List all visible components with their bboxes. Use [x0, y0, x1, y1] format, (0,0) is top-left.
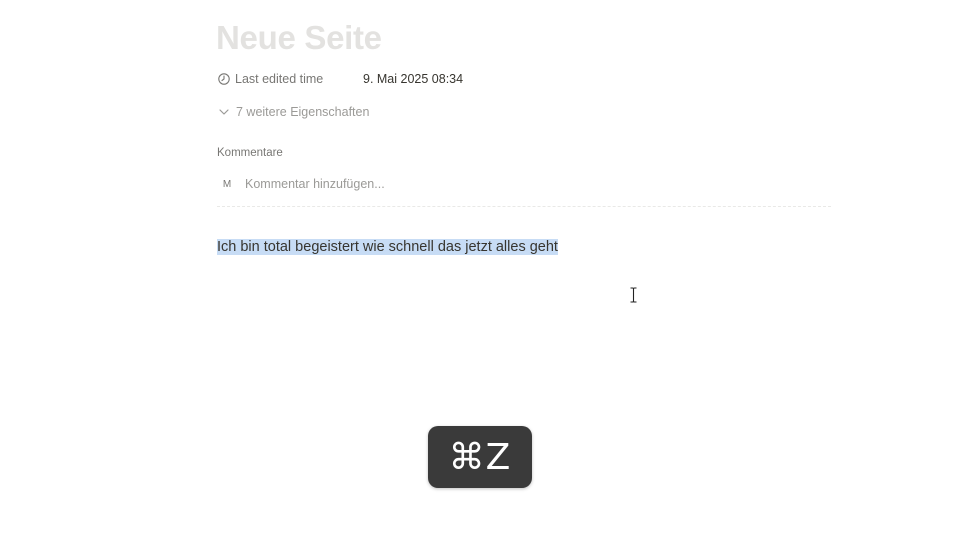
chevron-down-icon — [217, 106, 230, 119]
page-title[interactable]: Neue Seite — [216, 16, 382, 60]
clock-icon — [217, 73, 230, 86]
avatar: M — [222, 178, 232, 190]
more-properties-toggle[interactable]: 7 weitere Eigenschaften — [217, 103, 369, 121]
selected-text[interactable]: Ich bin total begeistert wie schnell das… — [217, 239, 558, 255]
property-last-edited-time[interactable]: Last edited time 9. Mai 2025 08:34 — [217, 70, 463, 88]
more-properties-label: 7 weitere Eigenschaften — [236, 105, 370, 119]
property-value: 9. Mai 2025 08:34 — [363, 72, 464, 86]
comments-divider — [217, 206, 831, 207]
notion-page: Neue Seite Last edited time 9. Mai 2025 … — [0, 0, 960, 541]
comments-heading: Kommentare — [217, 147, 283, 159]
property-name: Last edited time — [235, 72, 324, 86]
comment-input[interactable] — [245, 177, 545, 191]
keystroke-overlay: ⌘Z — [428, 426, 532, 488]
text-cursor-icon — [629, 287, 638, 303]
text-block[interactable]: Ich bin total begeistert wie schnell das… — [217, 238, 558, 257]
comment-composer[interactable]: M — [217, 174, 545, 194]
